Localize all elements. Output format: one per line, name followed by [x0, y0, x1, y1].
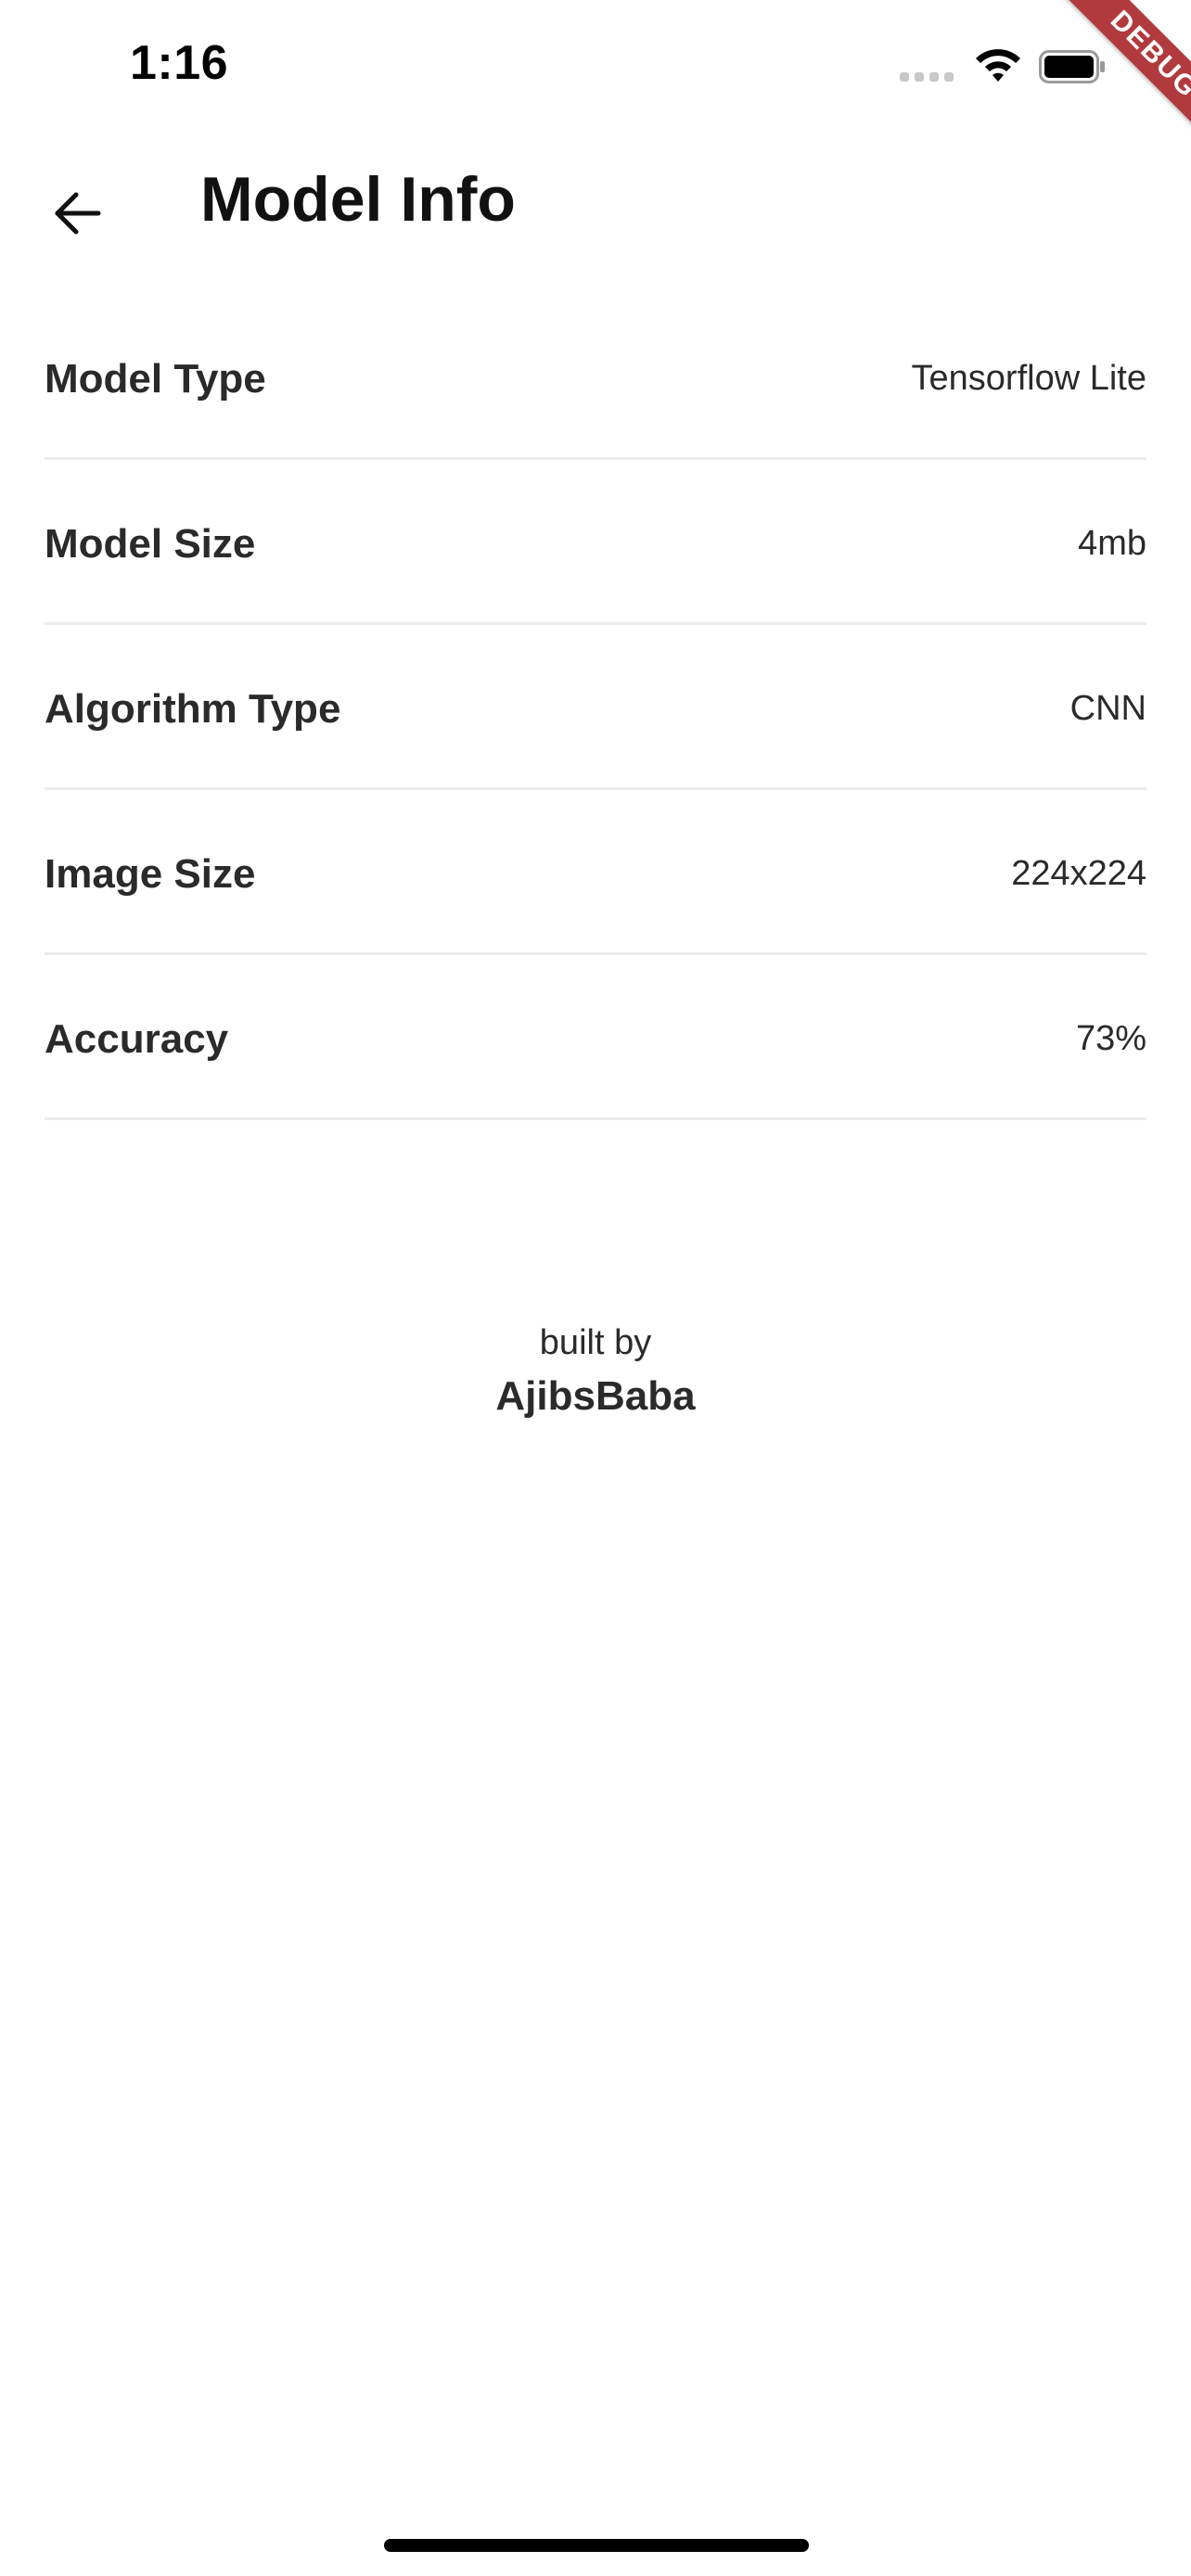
wifi-icon [976, 49, 1020, 82]
home-indicator[interactable] [384, 2539, 809, 2552]
credit-prefix: built by [539, 1323, 652, 1362]
info-label: Model Type [45, 355, 266, 402]
page-title: Model Info [200, 164, 516, 235]
credit-author: AjibsBaba [495, 1373, 696, 1419]
info-row-image-size: Image Size 224x224 [45, 790, 1146, 955]
info-row-accuracy: Accuracy 73% [45, 955, 1146, 1120]
info-value: 4mb [1078, 524, 1146, 563]
credit: built by AjibsBaba [0, 1317, 1191, 1424]
info-value: Tensorflow Lite [911, 359, 1146, 398]
status-bar: 1:16 [0, 0, 1191, 139]
app-bar: Model Info [0, 139, 1191, 278]
info-label: Model Size [45, 520, 256, 567]
info-label: Accuracy [45, 1015, 229, 1062]
model-info-list: Model Type Tensorflow Lite Model Size 4m… [45, 295, 1146, 1120]
info-label: Algorithm Type [45, 685, 341, 732]
info-row-algorithm-type: Algorithm Type CNN [45, 625, 1146, 790]
info-value: 224x224 [1011, 854, 1146, 893]
info-row-model-type: Model Type Tensorflow Lite [45, 295, 1146, 460]
signal-icon [900, 72, 954, 82]
status-time: 1:16 [130, 36, 229, 90]
back-button[interactable] [41, 176, 115, 250]
arrow-left-icon [55, 192, 101, 235]
info-row-model-size: Model Size 4mb [45, 460, 1146, 625]
info-value: CNN [1069, 689, 1146, 728]
info-label: Image Size [45, 850, 256, 897]
info-value: 73% [1075, 1019, 1146, 1058]
